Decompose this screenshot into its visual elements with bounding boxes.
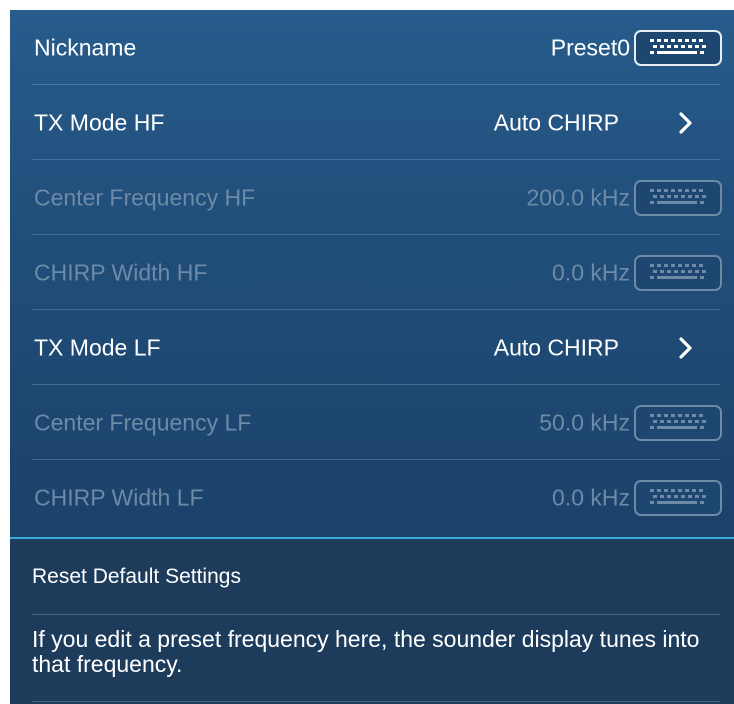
setting-value: Auto CHIRP: [493, 334, 619, 360]
info-text: If you edit a preset frequency here, the…: [32, 626, 700, 677]
setting-label: Nickname: [34, 34, 137, 60]
setting-row-tx-mode-lf[interactable]: TX Mode LF Auto CHIRP: [10, 310, 734, 385]
reset-default-settings-label: Reset Default Settings: [32, 565, 241, 588]
reset-default-settings-button[interactable]: Reset Default Settings: [10, 539, 734, 615]
setting-label: CHIRP Width LF: [34, 484, 204, 510]
keyboard-icon: [634, 254, 722, 291]
preset-settings-panel: Nickname Preset0 TX Mode HF Auto CHIRP C…: [10, 10, 734, 704]
footer-section: Reset Default Settings If you edit a pre…: [10, 539, 734, 704]
setting-row-center-frequency-hf: Center Frequency HF 200.0 kHz: [10, 160, 734, 235]
divider: [32, 701, 720, 702]
chevron-right-icon[interactable]: [674, 109, 698, 137]
setting-row-nickname[interactable]: Nickname Preset0: [10, 10, 734, 85]
setting-value: 50.0 kHz: [539, 409, 630, 435]
setting-value: Auto CHIRP: [493, 109, 619, 135]
setting-row-chirp-width-hf: CHIRP Width HF 0.0 kHz: [10, 235, 734, 310]
keyboard-icon[interactable]: [634, 29, 722, 66]
settings-list: Nickname Preset0 TX Mode HF Auto CHIRP C…: [10, 10, 734, 535]
setting-row-chirp-width-lf: CHIRP Width LF 0.0 kHz: [10, 460, 734, 535]
setting-label: Center Frequency HF: [34, 184, 256, 210]
keyboard-icon: [634, 179, 722, 216]
setting-label: CHIRP Width HF: [34, 259, 208, 285]
setting-value: 0.0 kHz: [552, 259, 630, 285]
setting-value: 0.0 kHz: [552, 484, 630, 510]
chevron-right-icon[interactable]: [674, 334, 698, 362]
setting-label: Center Frequency LF: [34, 409, 252, 435]
keyboard-icon: [634, 404, 722, 441]
setting-label: TX Mode HF: [34, 109, 165, 135]
setting-value: 200.0 kHz: [526, 184, 630, 210]
setting-row-tx-mode-hf[interactable]: TX Mode HF Auto CHIRP: [10, 85, 734, 160]
setting-label: TX Mode LF: [34, 334, 161, 360]
setting-row-center-frequency-lf: Center Frequency LF 50.0 kHz: [10, 385, 734, 460]
setting-value: Preset0: [550, 34, 630, 60]
keyboard-icon: [634, 479, 722, 516]
